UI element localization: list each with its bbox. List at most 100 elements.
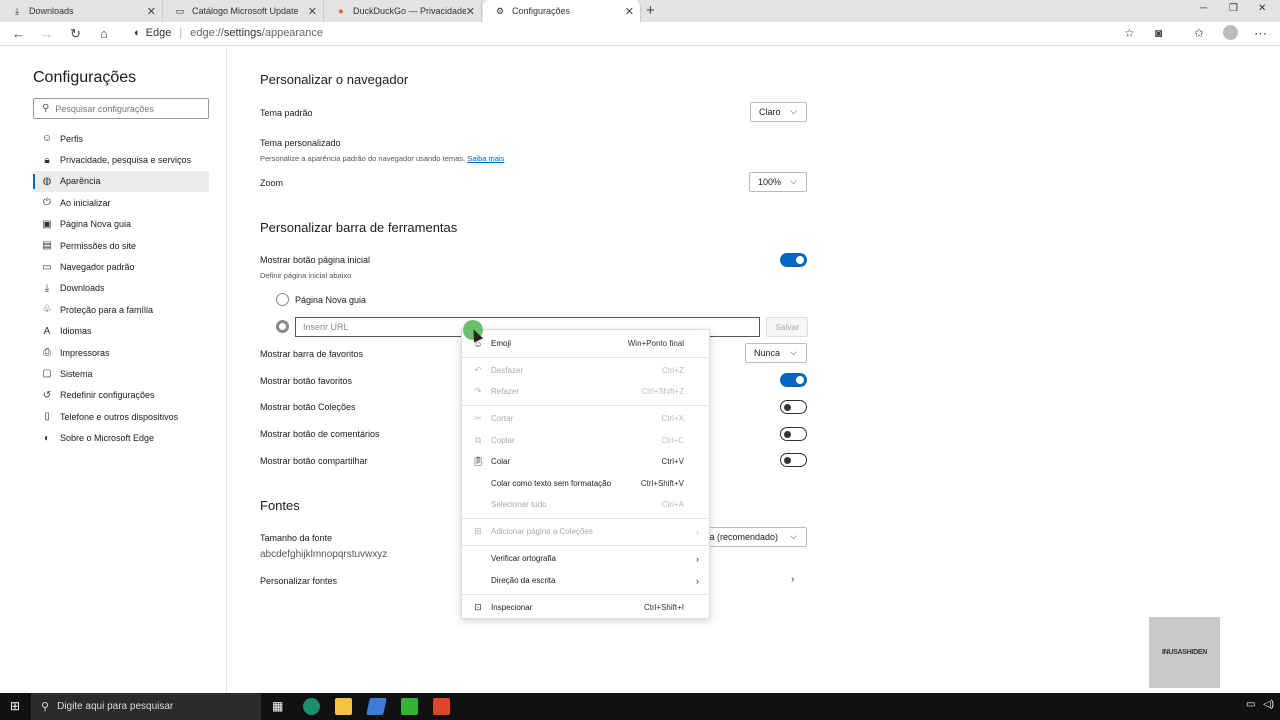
tab-configuracoes[interactable]: ⚙ Configurações ✕ bbox=[483, 0, 641, 22]
taskbar-search[interactable]: ⚲ Digite aqui para pesquisar bbox=[31, 693, 261, 720]
restore-icon[interactable]: ❐ bbox=[1229, 3, 1238, 14]
menu-item-shortcut: Ctrl+Z bbox=[662, 366, 684, 375]
minimize-icon[interactable]: ─ bbox=[1200, 3, 1207, 14]
close-icon[interactable]: ✕ bbox=[465, 5, 475, 18]
theme-value: Claro bbox=[759, 107, 781, 117]
avatar[interactable] bbox=[1223, 25, 1238, 40]
palette-icon: ◍ bbox=[42, 175, 52, 187]
menu-item-select-all[interactable]: Selecionar tudo Ctrl+A bbox=[462, 494, 711, 515]
network-icon[interactable]: ▭ bbox=[1246, 699, 1255, 710]
sidebar-item-impressoras[interactable]: ⎙ Impressoras bbox=[33, 342, 209, 363]
search-placeholder: Pesquisar configurações bbox=[55, 103, 154, 114]
refresh-icon[interactable]: ↻ bbox=[70, 26, 81, 42]
section-title-toolbar: Personalizar barra de ferramentas bbox=[260, 220, 458, 235]
sidebar-item-sistema[interactable]: ▢ Sistema bbox=[33, 363, 209, 384]
menu-item-spellcheck[interactable]: Verificar ortografia › bbox=[462, 548, 711, 569]
menu-item-inspect[interactable]: ⊡ Inspecionar Ctrl+Shift+I bbox=[462, 597, 711, 618]
menu-item-writing-direction[interactable]: Direção da escrita › bbox=[462, 570, 711, 591]
home-icon[interactable]: ⌂ bbox=[100, 26, 108, 41]
radio-new-tab[interactable] bbox=[276, 293, 289, 306]
menu-item-paste[interactable]: 📋︎ Colar Ctrl+V bbox=[462, 451, 711, 472]
sidebar-item-downloads[interactable]: ⤓ Downloads bbox=[33, 278, 209, 299]
sidebar-item-label: Redefinir configurações bbox=[60, 390, 155, 401]
favorites-icon[interactable]: ✩ bbox=[1194, 26, 1204, 40]
forward-icon[interactable]: → bbox=[40, 26, 53, 41]
file-explorer-icon[interactable] bbox=[335, 698, 352, 715]
new-tab-button[interactable]: + bbox=[646, 2, 655, 19]
sidebar-item-sobre[interactable]: ◐ Sobre o Microsoft Edge bbox=[33, 427, 209, 448]
sidebar-item-idiomas[interactable]: A Idiomas bbox=[33, 321, 209, 342]
sidebar-item-perfis[interactable]: ☺ Perfis bbox=[33, 128, 209, 149]
custom-theme-description: Personalize a aparência padrão do navega… bbox=[260, 154, 504, 163]
custom-fonts-label[interactable]: Personalizar fontes bbox=[260, 576, 337, 586]
share-button-toggle[interactable] bbox=[780, 453, 807, 467]
radio-url[interactable] bbox=[276, 320, 289, 333]
chevron-right-icon[interactable]: › bbox=[791, 574, 794, 585]
app-green-icon[interactable] bbox=[401, 698, 418, 715]
sidebar-item-aparencia[interactable]: ◍ Aparência bbox=[33, 170, 209, 193]
close-icon[interactable]: ✕ bbox=[147, 5, 156, 18]
search-icon: ⚲ bbox=[41, 701, 50, 713]
theme-dropdown[interactable]: Claro ⌵ bbox=[750, 102, 807, 122]
app-feather-icon[interactable] bbox=[366, 698, 387, 715]
task-view-icon[interactable]: ▦ bbox=[272, 699, 283, 713]
sidebar-item-privacidade[interactable]: 🔒︎ Privacidade, pesquisa e serviços bbox=[33, 149, 209, 170]
zoom-dropdown[interactable]: 100% ⌵ bbox=[749, 172, 807, 192]
address-bar[interactable]: ◐ Edge | edge://settings/appearance bbox=[134, 27, 323, 39]
close-icon[interactable]: ✕ bbox=[625, 5, 634, 18]
zoom-value: 100% bbox=[758, 177, 782, 187]
sidebar-item-label: Downloads bbox=[60, 283, 105, 294]
sidebar-item-ao-inicializar[interactable]: ⏻ Ao inicializar bbox=[33, 192, 209, 213]
menu-divider bbox=[462, 594, 711, 595]
sidebar-item-nova-guia[interactable]: ▣ Página Nova guia bbox=[33, 214, 209, 235]
back-icon[interactable]: ← bbox=[12, 26, 25, 41]
inspect-icon: ⊡ bbox=[474, 602, 482, 612]
menu-item-redo[interactable]: ↷ Refazer Ctrl+Shift+Z bbox=[462, 381, 711, 402]
sidebar-item-telefone[interactable]: ▯ Telefone e outros dispositivos bbox=[33, 406, 209, 427]
url-host: settings bbox=[223, 27, 262, 39]
favorites-button-toggle[interactable] bbox=[780, 373, 807, 387]
tab-catalogo[interactable]: ▭ Catálogo Microsoft Update ✕ bbox=[163, 0, 324, 22]
favorite-star-icon[interactable]: ☆ bbox=[1124, 26, 1135, 40]
sidebar-item-redefinir[interactable]: ↺ Redefinir configurações bbox=[33, 385, 209, 406]
volume-icon[interactable]: ◁) bbox=[1263, 699, 1274, 710]
collections-button-toggle[interactable] bbox=[780, 400, 807, 414]
favorites-bar-dropdown[interactable]: Nunca ⌵ bbox=[745, 343, 807, 363]
font-size-sample: abcdefghijklmnopqrstuvwxyz bbox=[260, 549, 388, 560]
save-button[interactable]: Salvar bbox=[766, 317, 808, 337]
search-input[interactable]: ⚲ Pesquisar configurações bbox=[33, 98, 209, 119]
tab-downloads[interactable]: ⤓ Downloads ✕ bbox=[0, 0, 163, 22]
section-title-fonts: Fontes bbox=[260, 498, 300, 513]
font-size-value: a (recomendado) bbox=[709, 532, 778, 542]
menu-item-shortcut: Ctrl+A bbox=[661, 500, 684, 509]
sidebar-item-navegador-padrao[interactable]: ▭ Navegador padrão bbox=[33, 256, 209, 277]
sidebar-item-label: Navegador padrão bbox=[60, 262, 135, 273]
comments-button-toggle[interactable] bbox=[780, 427, 807, 441]
menu-item-cut[interactable]: ✂ Cortar Ctrl+X bbox=[462, 408, 711, 429]
edge-taskbar-icon[interactable] bbox=[303, 698, 320, 715]
settings-sidebar: Configurações ⚲ Pesquisar configurações … bbox=[0, 47, 227, 693]
windows-start-icon[interactable]: ⊞ bbox=[10, 699, 20, 713]
extension-icon[interactable]: ◙ bbox=[1155, 26, 1162, 40]
family-icon: ♧ bbox=[42, 304, 52, 316]
menu-item-label: Direção da escrita bbox=[491, 576, 556, 585]
sidebar-item-permissoes[interactable]: ▤ Permissões do site bbox=[33, 235, 209, 256]
browser-toolbar: ← → ↻ ⌂ ◐ Edge | edge://settings/appeara… bbox=[0, 22, 1280, 46]
close-icon[interactable]: ✕ bbox=[308, 5, 317, 18]
menu-item-shortcut: Ctrl+Shift+V bbox=[640, 479, 684, 488]
app-red-icon[interactable] bbox=[433, 698, 450, 715]
window-close-icon[interactable]: ✕ bbox=[1258, 3, 1266, 14]
menu-item-add-collections[interactable]: ⊞ Adicionar página a Coleções › bbox=[462, 521, 711, 542]
paste-icon: 📋︎ bbox=[472, 456, 484, 466]
chevron-right-icon: › bbox=[696, 575, 699, 586]
sidebar-item-familia[interactable]: ♧ Proteção para a família bbox=[33, 299, 209, 320]
menu-item-copy[interactable]: ⧉ Copiar Ctrl+C bbox=[462, 430, 711, 451]
more-icon[interactable]: ⋯ bbox=[1254, 26, 1267, 42]
menu-item-label: Copiar bbox=[491, 436, 515, 445]
tab-duckduckgo[interactable]: ● DuckDuckGo — Privacidade simpl ✕ bbox=[324, 0, 482, 22]
menu-item-emoji[interactable]: ☺ Emoji Win+Ponto final bbox=[462, 333, 711, 354]
learn-more-link[interactable]: Saiba mais bbox=[467, 154, 504, 163]
menu-item-undo[interactable]: ↶ Desfazer Ctrl+Z bbox=[462, 360, 711, 381]
menu-item-paste-plain[interactable]: Colar como texto sem formatação Ctrl+Shi… bbox=[462, 473, 711, 494]
home-button-toggle[interactable] bbox=[780, 253, 807, 267]
